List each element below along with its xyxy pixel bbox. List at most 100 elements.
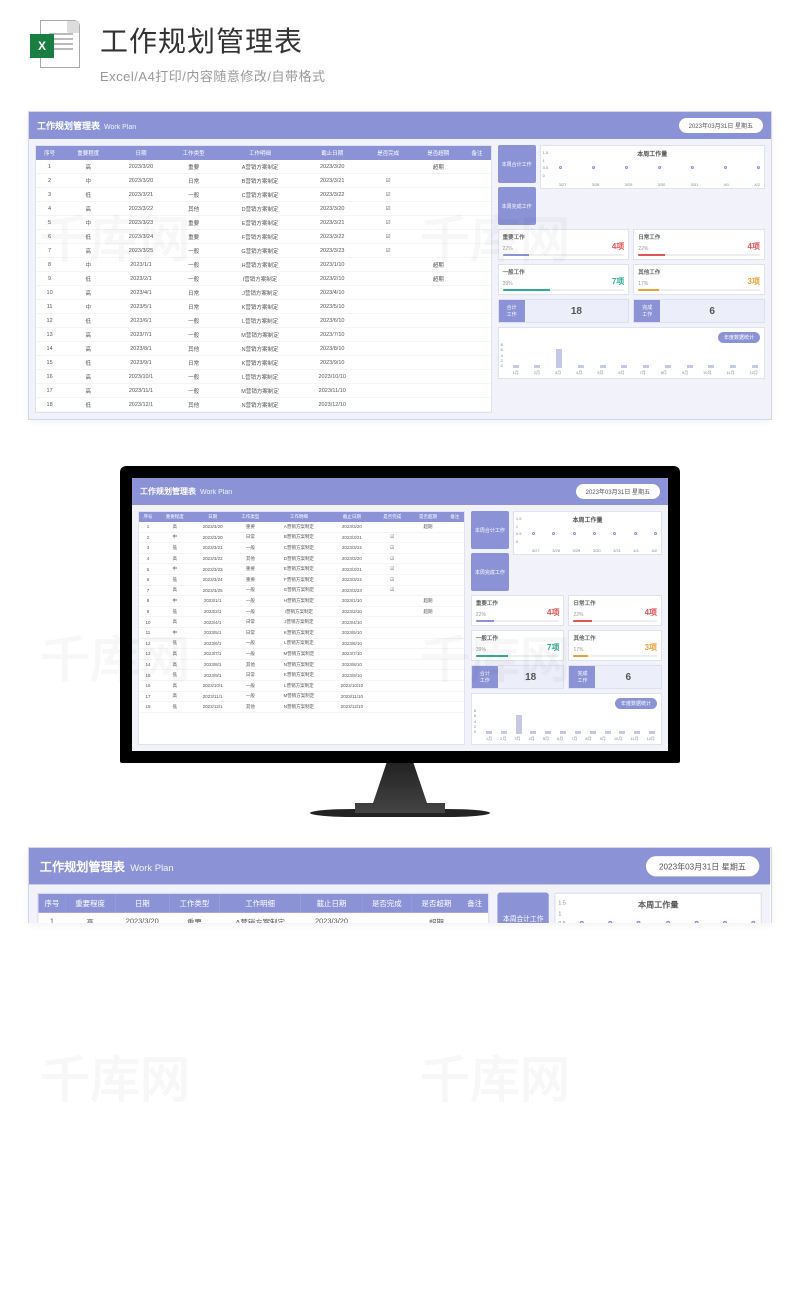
table-row: 1高2023/3/20重要A营销方案制定2023/3/20超期 bbox=[36, 160, 491, 174]
table-header: 工作明细 bbox=[219, 146, 302, 160]
table-row: 7高2023/3/25一般G营销方案制定2023/3/23☑ bbox=[139, 585, 464, 596]
table-row: 10高2023/4/1日常J营销方案制定2023/4/10 bbox=[139, 617, 464, 628]
yearly-bar-chart: 年度数据统计864201月2月3月4月5月6月7月8月9月10月11月12月 bbox=[498, 327, 765, 379]
table-row: 4高2023/3/22其他D营销方案制定2023/3/20☑ bbox=[139, 553, 464, 564]
table-row: 6低2023/3/24重要F营销方案制定2023/3/22☑ bbox=[139, 574, 464, 585]
summary-card: 合计工作18 bbox=[471, 665, 565, 689]
table-header: 截止日期 bbox=[330, 512, 375, 522]
page-title: 工作规划管理表 bbox=[100, 20, 770, 60]
workplan-table: 序号重要程度日期工作类型工作明细截止日期是否完成是否超期备注1高2023/3/2… bbox=[138, 511, 465, 745]
table-row: 3低2023/3/21一般C营销方案制定2023/3/22☑ bbox=[36, 188, 491, 202]
table-header: 备注 bbox=[463, 146, 490, 160]
table-row: 5中2023/3/23重要E营销方案制定2023/3/21☑ bbox=[139, 564, 464, 575]
stat-card: 一般工作39%7项 bbox=[471, 630, 565, 661]
table-header: 序号 bbox=[38, 894, 65, 913]
table-header: 工作类型 bbox=[169, 146, 219, 160]
table-row: 15低2023/9/1日常K营销方案制定2023/9/10 bbox=[36, 356, 491, 370]
table-header: 是否完成 bbox=[374, 512, 410, 522]
table-header: 工作类型 bbox=[170, 894, 220, 913]
weekly-line-chart: 本周工作量1.510.503/273/283/293/303/314/14/2 bbox=[554, 893, 762, 923]
table-row: 11中2023/5/1日常K营销方案制定2023/5/10 bbox=[139, 627, 464, 638]
table-header: 备注 bbox=[461, 894, 488, 913]
weekly-line-chart: 本周工作量1.510.503/273/283/293/303/314/14/2 bbox=[513, 511, 662, 555]
dashboard: 本周合计工作本周完成工作 本周工作量1.510.503/273/283/293/… bbox=[498, 893, 763, 923]
workplan-title: 工作规划管理表Work Plan bbox=[140, 486, 232, 497]
table-row: 3低2023/3/21一般C营销方案制定2023/3/22☑ bbox=[139, 543, 464, 554]
workplan-title: 工作规划管理表Work Plan bbox=[37, 119, 136, 132]
total-work-pill: 本周合计工作 bbox=[498, 145, 536, 183]
table-header: 截止日期 bbox=[301, 146, 363, 160]
table-row: 11中2023/5/1日常K营销方案制定2023/5/10 bbox=[36, 300, 491, 314]
summary-card: 合计工作18 bbox=[498, 299, 630, 323]
table-header: 工作明细 bbox=[268, 512, 329, 522]
table-header: 日期 bbox=[113, 146, 168, 160]
table-header: 是否完成 bbox=[363, 146, 413, 160]
table-row: 2中2023/3/20日常B营销方案制定2023/3/21☑ bbox=[139, 532, 464, 543]
table-row: 13高2023/7/1一般M营销方案制定2023/7/10 bbox=[36, 328, 491, 342]
dashboard: 本周合计工作本周完成工作 本周工作量1.510.503/273/283/293/… bbox=[471, 511, 662, 745]
table-row: 12低2023/6/1一般L营销方案制定2023/6/10 bbox=[36, 314, 491, 328]
header: X 工作规划管理表 Excel/A4打印/内容随意修改/自带格式 bbox=[0, 0, 800, 95]
table-header: 是否超期 bbox=[410, 512, 446, 522]
table-row: 10高2023/4/1日常J营销方案制定2023/4/10 bbox=[36, 286, 491, 300]
total-work-pill: 本周合计工作 bbox=[498, 893, 549, 923]
page-subtitle: Excel/A4打印/内容随意修改/自带格式 bbox=[100, 66, 770, 85]
table-header: 序号 bbox=[36, 146, 63, 160]
table-row: 8中2023/1/1一般H营销方案制定2023/1/10超期 bbox=[139, 596, 464, 607]
excel-file-icon: X bbox=[30, 20, 80, 70]
table-header: 重要程度 bbox=[63, 146, 113, 160]
template-preview-flat: 工作规划管理表Work Plan 2023年03月31日 星期五 序号重要程度日期… bbox=[28, 111, 772, 420]
table-header: 日期 bbox=[193, 512, 233, 522]
workplan-date-badge: 2023年03月31日 星期五 bbox=[679, 118, 763, 133]
stat-card: 重要工作22%4项 bbox=[471, 595, 565, 626]
table-header: 截止日期 bbox=[301, 894, 362, 913]
table-row: 17高2023/11/1一般M营销方案制定2023/11/10 bbox=[36, 384, 491, 398]
stat-card: 其他工作17%3项 bbox=[633, 264, 765, 295]
workplan-table: 序号重要程度日期工作类型工作明细截止日期是否完成是否超期备注1高2023/3/2… bbox=[37, 893, 489, 923]
table-row: 14高2023/8/1其他N营销方案制定2023/8/10 bbox=[36, 342, 491, 356]
template-preview-cropped: 工作规划管理表Work Plan2023年03月31日 星期五 序号重要程度日期… bbox=[28, 847, 772, 923]
table-header: 工作明细 bbox=[219, 894, 301, 913]
workplan-title: 工作规划管理表Work Plan bbox=[40, 857, 174, 875]
table-row: 16高2023/10/1一般L营销方案制定2023/10/10 bbox=[139, 680, 464, 691]
workplan-header: 工作规划管理表Work Plan 2023年03月31日 星期五 bbox=[132, 478, 668, 505]
workplan-header: 工作规划管理表Work Plan2023年03月31日 星期五 bbox=[29, 848, 770, 884]
table-row: 2中2023/3/20日常B营销方案制定2023/3/21☑ bbox=[36, 174, 491, 188]
table-header: 重要程度 bbox=[157, 512, 193, 522]
stat-card: 一般工作39%7项 bbox=[498, 264, 630, 295]
summary-card: 完成工作6 bbox=[633, 299, 765, 323]
table-row: 9低2023/2/1一般I营销方案制定2023/2/10超期 bbox=[139, 606, 464, 617]
table-header: 备注 bbox=[446, 512, 464, 522]
table-row: 16高2023/10/1一般L营销方案制定2023/10/10 bbox=[36, 370, 491, 384]
table-row: 15低2023/9/1日常K营销方案制定2023/9/10 bbox=[139, 670, 464, 681]
done-work-pill: 本周完成工作 bbox=[498, 187, 536, 225]
table-row: 8中2023/1/1一般H营销方案制定2023/1/10超期 bbox=[36, 258, 491, 272]
table-row: 18低2023/12/1其他N营销方案制定2023/12/10 bbox=[139, 702, 464, 713]
table-row: 12低2023/6/1一般L营销方案制定2023/6/10 bbox=[139, 638, 464, 649]
template-preview-monitor: 工作规划管理表Work Plan 2023年03月31日 星期五 序号重要程度日期… bbox=[0, 436, 800, 847]
watermark: 千库网 bbox=[40, 1040, 190, 1112]
table-row: 1高2023/3/20重要A营销方案制定2023/3/20超期 bbox=[38, 913, 488, 923]
stat-card: 日常工作22%4项 bbox=[633, 229, 765, 260]
table-header: 是否完成 bbox=[362, 894, 412, 913]
table-row: 17高2023/11/1一般M营销方案制定2023/11/10 bbox=[139, 691, 464, 702]
watermark: 千库网 bbox=[420, 1040, 570, 1112]
excel-badge: X bbox=[30, 34, 54, 58]
table-row: 9低2023/2/1一般I营销方案制定2023/2/10超期 bbox=[36, 272, 491, 286]
table-row: 13高2023/7/1一般M营销方案制定2023/7/10 bbox=[139, 649, 464, 660]
workplan-date-badge: 2023年03月31日 星期五 bbox=[576, 484, 660, 499]
weekly-line-chart: 本周工作量1.510.503/273/283/293/303/314/14/2 bbox=[540, 145, 765, 189]
summary-card: 完成工作6 bbox=[568, 665, 662, 689]
stat-card: 其他工作17%3项 bbox=[568, 630, 662, 661]
stat-card: 日常工作22%4项 bbox=[568, 595, 662, 626]
table-row: 7高2023/3/25一般G营销方案制定2023/3/23☑ bbox=[36, 244, 491, 258]
table-header: 是否超期 bbox=[412, 894, 462, 913]
table-header: 日期 bbox=[115, 894, 170, 913]
table-row: 4高2023/3/22其他D营销方案制定2023/3/20☑ bbox=[36, 202, 491, 216]
table-row: 1高2023/3/20重要A营销方案制定2023/3/20超期 bbox=[139, 522, 464, 532]
table-row: 14高2023/8/1其他N营销方案制定2023/8/10 bbox=[139, 659, 464, 670]
table-header: 序号 bbox=[139, 512, 157, 522]
table-row: 6低2023/3/24重要F营销方案制定2023/3/22☑ bbox=[36, 230, 491, 244]
table-row: 5中2023/3/23重要E营销方案制定2023/3/21☑ bbox=[36, 216, 491, 230]
done-work-pill: 本周完成工作 bbox=[471, 553, 509, 591]
